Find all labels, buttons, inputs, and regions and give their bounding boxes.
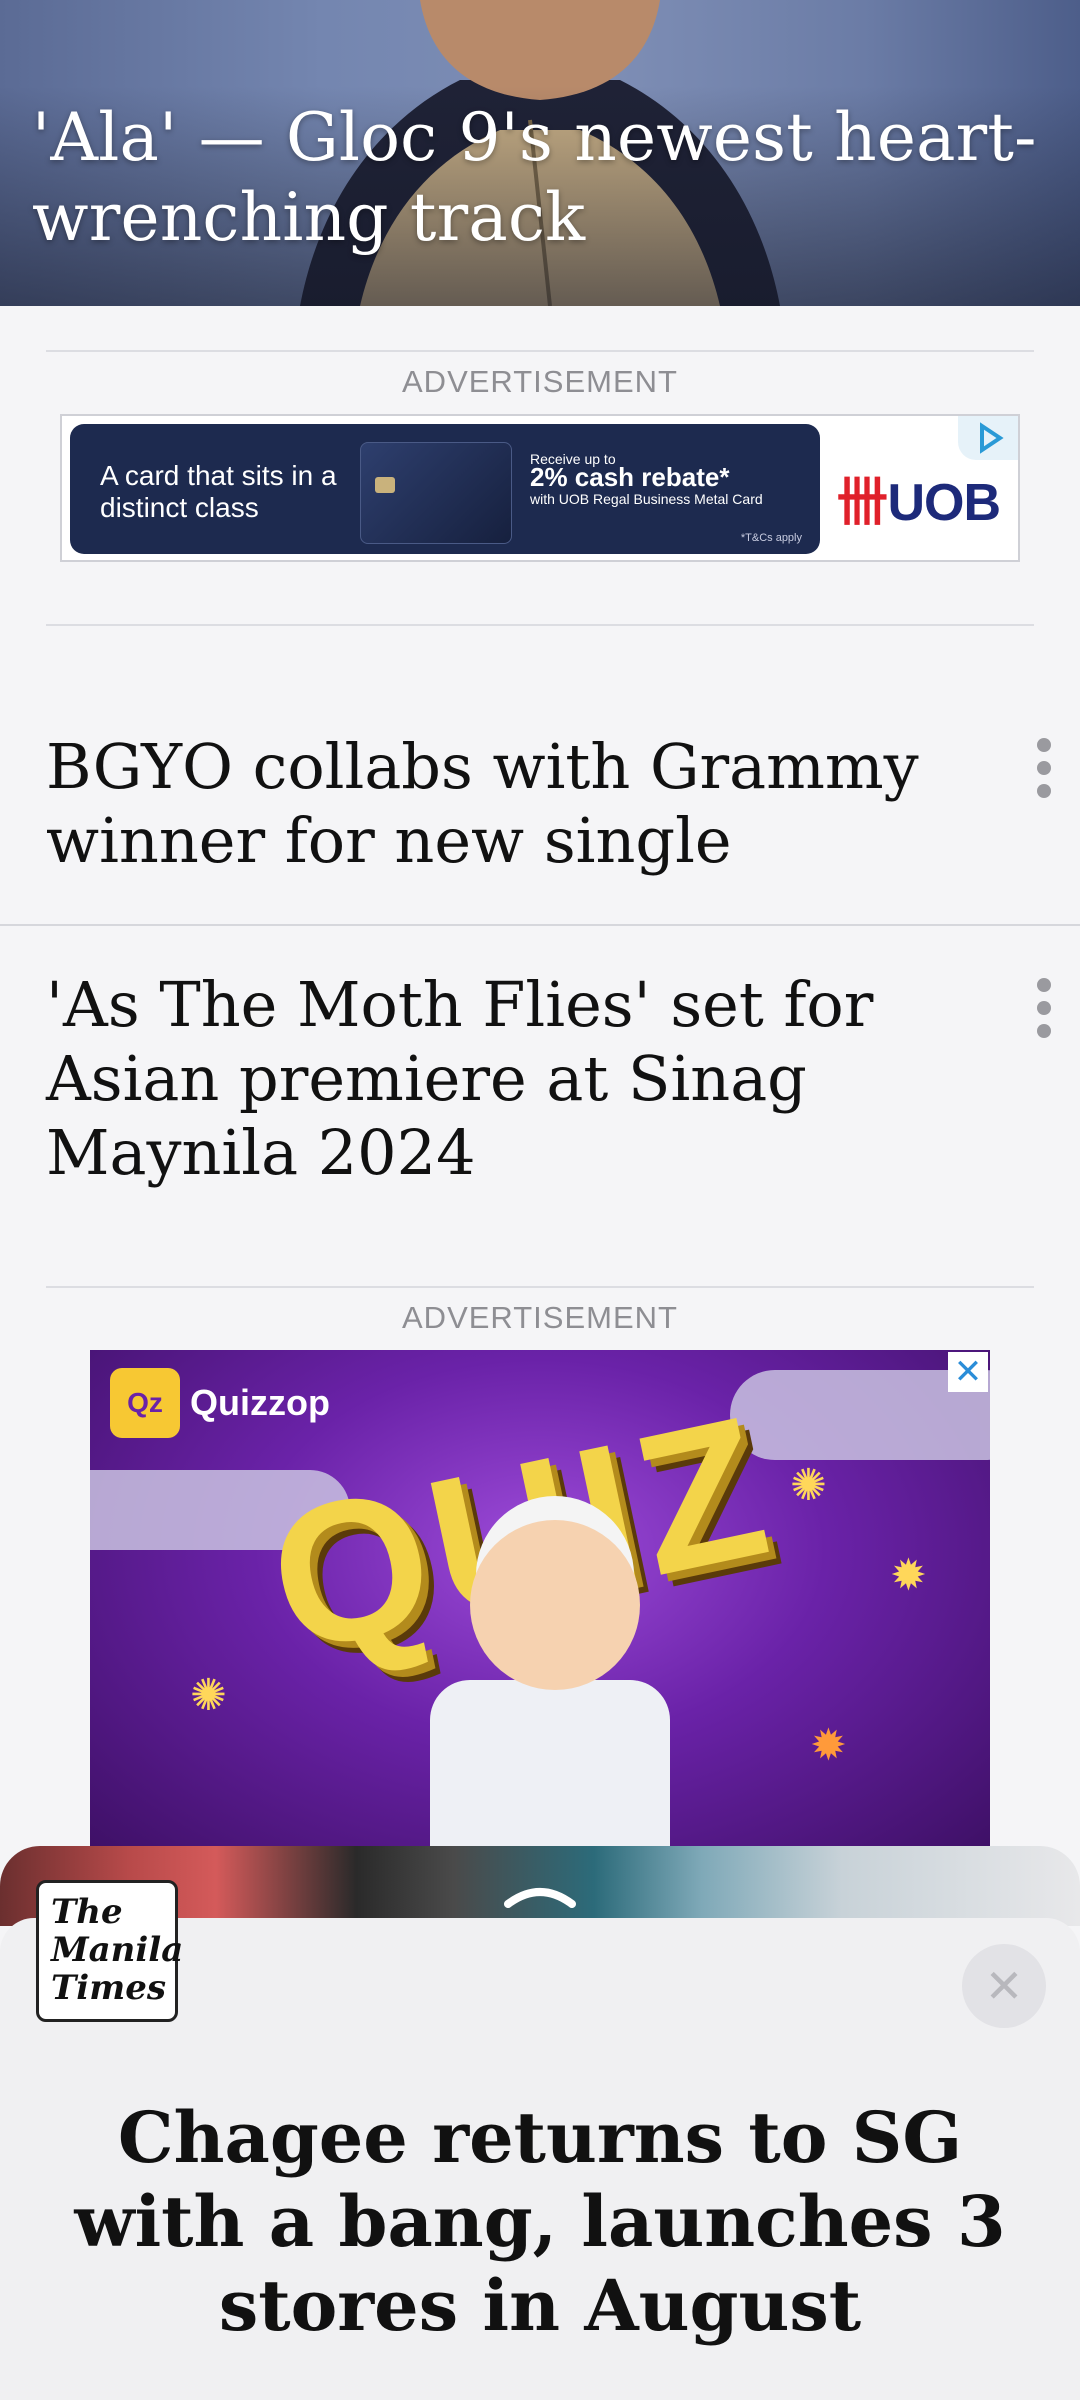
uob-ad-offer: Receive up to 2% cash rebate* with UOB R… [530, 450, 763, 508]
uob-offer-line3: with UOB Regal Business Metal Card [530, 491, 763, 507]
chevron-up-icon[interactable] [500, 1878, 580, 1908]
close-icon[interactable]: ✕ [962, 1944, 1046, 2028]
firework-icon: ✹ [810, 1720, 847, 1771]
ad-bottom-divider [46, 624, 1034, 626]
hero-article[interactable]: 'Ala' — Gloc 9's newest heart-wrenching … [0, 0, 1080, 306]
article-item[interactable]: BGYO collabs with Grammy winner for new … [0, 700, 1080, 926]
ad-top-divider [46, 1286, 1034, 1288]
quizzop-brand: Qz Quizzop [110, 1368, 330, 1438]
advertisement-label: ADVERTISEMENT [402, 1300, 678, 1335]
uob-ad-tagline: A card that sits in a distinct class [100, 460, 337, 523]
uob-ad-panel: A card that sits in a distinct class Rec… [70, 424, 820, 554]
firework-icon: ✺ [790, 1460, 827, 1511]
hero-title[interactable]: 'Ala' — Gloc 9's newest heart-wrenching … [32, 98, 1040, 258]
adchoices-icon[interactable] [958, 416, 1018, 460]
article-title[interactable]: BGYO collabs with Grammy winner for new … [46, 730, 960, 878]
sheet-headline[interactable]: Chagee returns to SG with a bang, launch… [40, 2096, 1040, 2348]
publisher-logo: The Manila Times [36, 1880, 183, 2022]
uob-offer-line2: 2% cash rebate* [530, 462, 730, 492]
ad-close-icon[interactable]: ✕ [948, 1352, 988, 1392]
article-item[interactable]: 'As The Moth Flies' set for Asian premie… [0, 926, 1080, 1196]
firework-icon: ✹ [890, 1550, 927, 1601]
firework-icon: ✺ [190, 1670, 227, 1721]
cartoon-kid-body [430, 1680, 670, 1850]
more-options-icon[interactable] [1034, 978, 1054, 1047]
card-chip-icon [375, 477, 395, 493]
article-title[interactable]: 'As The Moth Flies' set for Asian premie… [46, 968, 960, 1190]
cartoon-kid-head [470, 1520, 640, 1690]
quizzop-brand-name: Quizzop [190, 1382, 330, 1423]
credit-card-image [360, 442, 512, 544]
uob-logo-mark: 卌 [836, 474, 888, 532]
more-options-icon[interactable] [1034, 738, 1054, 807]
uob-ad-terms: *T&Cs apply [740, 532, 802, 544]
uob-logo: 卌UOB [836, 460, 1001, 535]
quizzop-logo-icon: Qz [110, 1368, 180, 1438]
uob-logo-text: UOB [887, 474, 1001, 532]
ad-top-divider [46, 350, 1034, 352]
uob-banner-ad[interactable]: A card that sits in a distinct class Rec… [60, 414, 1020, 562]
quizzop-ad[interactable]: Qz Quizzop QUIZ ✺ ✹ ✺ ✹ ✕ [90, 1350, 990, 1850]
advertisement-label: ADVERTISEMENT [402, 364, 678, 399]
